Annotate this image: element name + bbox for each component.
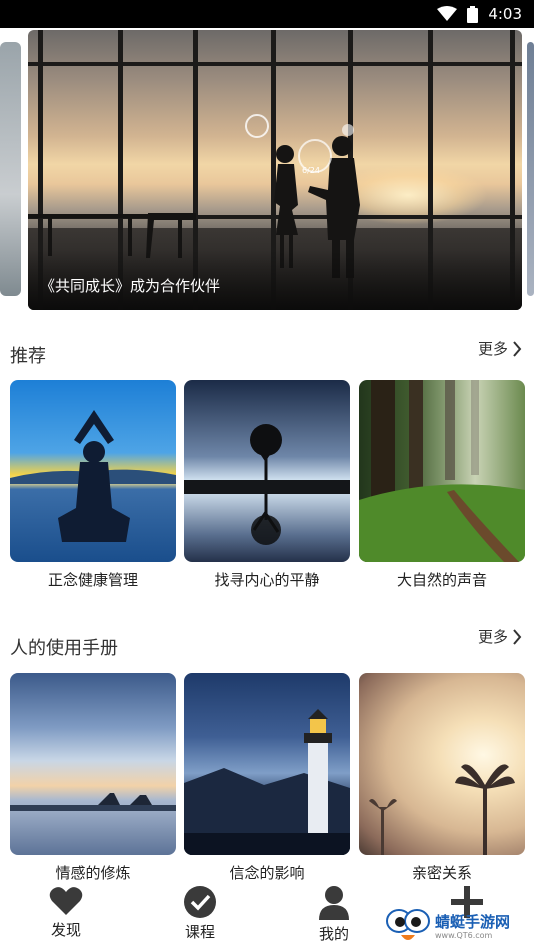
nav-discover[interactable]: 发现 <box>26 886 106 940</box>
course-card-label: 大自然的声音 <box>396 571 487 589</box>
watermark-url: www.QT6.com <box>435 930 493 940</box>
more-link-recommended[interactable]: 更多 <box>478 338 522 359</box>
chevron-right-icon <box>513 628 522 645</box>
course-card-nature-sounds[interactable] <box>359 380 525 562</box>
nav-label: 课程 <box>184 923 215 941</box>
banner-next-slide[interactable] <box>527 42 534 296</box>
course-card-intimacy[interactable] <box>359 673 525 855</box>
more-link-manual[interactable]: 更多 <box>478 626 522 647</box>
watermark-text: 蜻蜓手游网 www.QT6.com <box>435 912 511 940</box>
section-title-recommended: 推荐 <box>10 346 46 367</box>
lighthouse-image <box>184 709 350 855</box>
course-card-label: 正念健康管理 <box>47 571 138 589</box>
lotus-flower-image <box>369 764 515 855</box>
watermark-title: 蜻蜓手游网 <box>435 912 511 931</box>
course-card-label: 找寻内心的平静 <box>214 571 320 589</box>
dragonfly-logo-icon <box>386 909 430 940</box>
check-circle-icon <box>184 886 216 918</box>
more-label: 更多 <box>477 628 508 646</box>
yoga-silhouette <box>10 410 176 542</box>
nav-label: 发现 <box>50 921 81 939</box>
heart-icon <box>49 887 83 915</box>
course-card-emotion[interactable] <box>10 673 176 855</box>
banner-overlay-text: 6/24 <box>302 166 320 175</box>
person-icon <box>319 886 349 920</box>
nav-label: 我的 <box>318 925 349 943</box>
forest-path-image <box>359 380 525 562</box>
more-label: 更多 <box>477 340 508 358</box>
banner-carousel[interactable]: 6/24 《共同成长》成为合作伙伴 <box>0 28 534 318</box>
banner-caption: 《共同成长》成为合作伙伴 <box>40 277 221 295</box>
tree-reflection-image <box>184 424 350 545</box>
status-bar: 4:03 <box>0 0 534 28</box>
nav-mine[interactable]: 我的 <box>294 886 374 944</box>
course-card-mindfulness[interactable] <box>10 380 176 562</box>
section-title-manual: 人的使用手册 <box>10 638 118 659</box>
banner-prev-slide[interactable] <box>0 42 21 296</box>
course-card-belief[interactable] <box>184 673 350 855</box>
status-time: 4:03 <box>488 5 522 23</box>
nav-courses[interactable]: 课程 <box>160 886 240 942</box>
battery-icon <box>467 5 479 23</box>
banner-slide[interactable]: 6/24 《共同成长》成为合作伙伴 <box>28 30 522 310</box>
chevron-right-icon <box>513 340 522 357</box>
wifi-icon <box>437 6 458 21</box>
lake-sunset-image <box>10 793 176 811</box>
course-card-inner-peace[interactable] <box>184 380 350 562</box>
watermark: 蜻蜓手游网 www.QT6.com <box>385 905 534 949</box>
